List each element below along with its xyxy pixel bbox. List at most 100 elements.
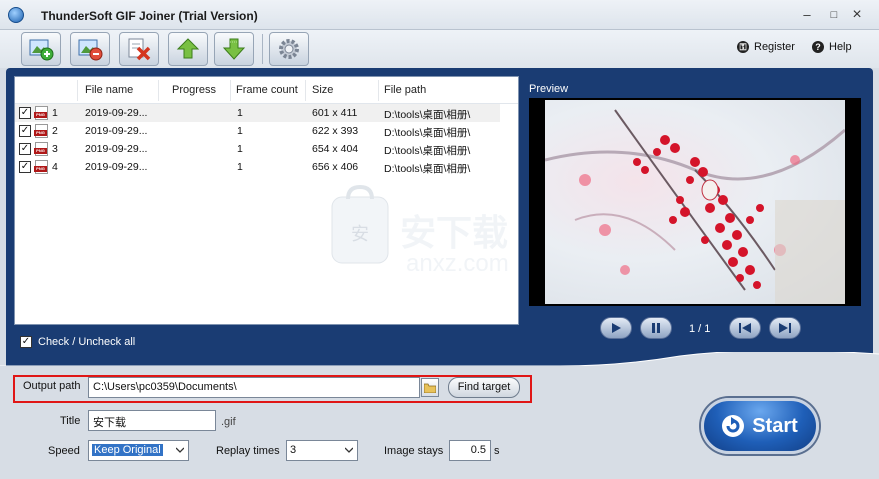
png-file-icon: PNG bbox=[34, 106, 48, 120]
check-all-label: Check / Uncheck all bbox=[38, 336, 136, 348]
frame-count: 1 bbox=[237, 161, 243, 173]
browse-folder-button[interactable] bbox=[421, 378, 439, 397]
preview-image bbox=[545, 100, 845, 304]
help-label: Help bbox=[829, 41, 852, 53]
table-row[interactable]: ✓ PNG 3 2019-09-29... 1 654 x 404 D:\too… bbox=[15, 140, 500, 158]
row-index: 4 bbox=[52, 161, 58, 173]
table-row[interactable]: ✓ PNG 2 2019-09-29... 1 622 x 393 D:\too… bbox=[15, 122, 500, 140]
register-label: Register bbox=[754, 41, 795, 53]
register-link[interactable]: ⚿ Register bbox=[737, 41, 795, 53]
table-row[interactable]: ✓ PNG 1 2019-09-29... 1 601 x 411 D:\too… bbox=[15, 104, 500, 122]
next-frame-button[interactable] bbox=[769, 317, 801, 339]
png-file-icon: PNG bbox=[34, 160, 48, 174]
image-stays-label: Image stays bbox=[384, 445, 444, 457]
delete-all-icon bbox=[128, 38, 151, 61]
speed-select[interactable]: Keep Original bbox=[88, 440, 189, 461]
column-header-size[interactable]: Size bbox=[312, 84, 333, 96]
remove-image-button[interactable] bbox=[70, 32, 110, 66]
next-icon bbox=[779, 323, 791, 333]
play-button[interactable] bbox=[600, 317, 632, 339]
window-title: ThunderSoft GIF Joiner (Trial Version) bbox=[41, 9, 258, 23]
folder-icon bbox=[424, 383, 436, 393]
chevron-down-icon bbox=[176, 447, 184, 453]
column-divider bbox=[378, 80, 379, 101]
preview-pane bbox=[529, 98, 861, 306]
start-label: Start bbox=[752, 414, 798, 437]
extension-label: .gif bbox=[221, 416, 236, 428]
add-image-button[interactable] bbox=[21, 32, 61, 66]
row-checkbox[interactable]: ✓ bbox=[19, 107, 31, 119]
close-button[interactable]: × bbox=[846, 6, 868, 24]
help-link[interactable]: ? Help bbox=[812, 41, 852, 53]
image-size: 622 x 393 bbox=[312, 125, 359, 137]
column-header-frame-count[interactable]: Frame count bbox=[236, 84, 298, 96]
column-header-file-path[interactable]: File path bbox=[384, 84, 426, 96]
row-index: 2 bbox=[52, 125, 58, 137]
settings-button[interactable] bbox=[269, 32, 309, 66]
delete-all-button[interactable] bbox=[119, 32, 159, 66]
chevron-down-icon bbox=[345, 447, 353, 453]
image-stays-input[interactable]: 0.5 bbox=[449, 440, 491, 461]
row-checkbox[interactable]: ✓ bbox=[19, 143, 31, 155]
png-file-icon: PNG bbox=[34, 124, 48, 138]
image-size: 601 x 411 bbox=[312, 107, 358, 119]
column-divider bbox=[230, 80, 231, 101]
play-icon bbox=[612, 323, 621, 333]
output-path-label: Output path bbox=[23, 380, 81, 392]
minimize-button[interactable]: – bbox=[796, 6, 818, 24]
check-all-toggle[interactable]: ✓ Check / Uncheck all bbox=[20, 336, 135, 348]
toolbar-separator bbox=[262, 34, 263, 64]
move-down-icon bbox=[222, 38, 246, 60]
frame-count: 1 bbox=[237, 125, 243, 137]
seconds-unit: s bbox=[494, 445, 500, 457]
png-file-icon: PNG bbox=[34, 142, 48, 156]
title-bar: ThunderSoft GIF Joiner (Trial Version) –… bbox=[0, 0, 879, 30]
replay-times-value: 3 bbox=[290, 444, 297, 456]
move-up-icon bbox=[176, 38, 200, 59]
file-name: 2019-09-29... bbox=[85, 143, 148, 155]
image-size: 654 x 404 bbox=[312, 143, 359, 155]
column-header-progress[interactable]: Progress bbox=[172, 84, 216, 96]
replay-times-select[interactable]: 3 bbox=[286, 440, 358, 461]
file-path: D:\tools\桌面\相册\ bbox=[384, 109, 471, 121]
frame-count: 1 bbox=[237, 143, 243, 155]
row-checkbox[interactable]: ✓ bbox=[19, 161, 31, 173]
column-divider bbox=[158, 80, 159, 101]
remove-image-icon bbox=[78, 39, 103, 61]
previous-icon bbox=[739, 323, 751, 333]
previous-frame-button[interactable] bbox=[729, 317, 761, 339]
move-up-button[interactable] bbox=[168, 32, 208, 66]
refresh-arrow-icon bbox=[722, 415, 745, 437]
file-list[interactable]: File name Progress Frame count Size File… bbox=[14, 76, 519, 325]
maximize-button[interactable]: □ bbox=[823, 6, 845, 24]
find-target-button[interactable]: Find target bbox=[448, 377, 520, 398]
settings-gear-icon bbox=[279, 39, 299, 59]
row-checkbox[interactable]: ✓ bbox=[19, 125, 31, 137]
file-path: D:\tools\桌面\相册\ bbox=[384, 145, 471, 157]
file-name: 2019-09-29... bbox=[85, 125, 148, 137]
app-icon bbox=[8, 7, 24, 23]
file-path: D:\tools\桌面\相册\ bbox=[384, 163, 471, 175]
watermark-cn-text: 安下载 bbox=[400, 212, 509, 253]
start-button[interactable]: Start bbox=[701, 398, 819, 454]
title-label: Title bbox=[60, 415, 81, 427]
output-path-input[interactable]: C:\Users\pc0359\Documents\ bbox=[88, 377, 420, 398]
preview-label: Preview bbox=[529, 83, 569, 95]
pause-button[interactable] bbox=[640, 317, 672, 339]
column-header-file-name[interactable]: File name bbox=[85, 84, 133, 96]
help-icon: ? bbox=[812, 41, 824, 53]
table-row[interactable]: ✓ PNG 4 2019-09-29... 1 656 x 406 D:\too… bbox=[15, 158, 500, 176]
row-index: 1 bbox=[52, 107, 58, 119]
speed-value: Keep Original bbox=[92, 444, 163, 456]
file-path: D:\tools\桌面\相册\ bbox=[384, 127, 471, 139]
page-indicator: 1 / 1 bbox=[689, 323, 711, 335]
check-all-checkbox[interactable]: ✓ bbox=[20, 336, 32, 348]
title-input[interactable]: 安下载 bbox=[88, 410, 216, 431]
frame-count: 1 bbox=[237, 107, 243, 119]
move-down-button[interactable] bbox=[214, 32, 254, 66]
speed-label: Speed bbox=[48, 445, 80, 457]
image-size: 656 x 406 bbox=[312, 161, 359, 173]
key-icon: ⚿ bbox=[737, 41, 749, 53]
red-berries-branch-image bbox=[545, 109, 845, 304]
column-divider bbox=[305, 80, 306, 101]
